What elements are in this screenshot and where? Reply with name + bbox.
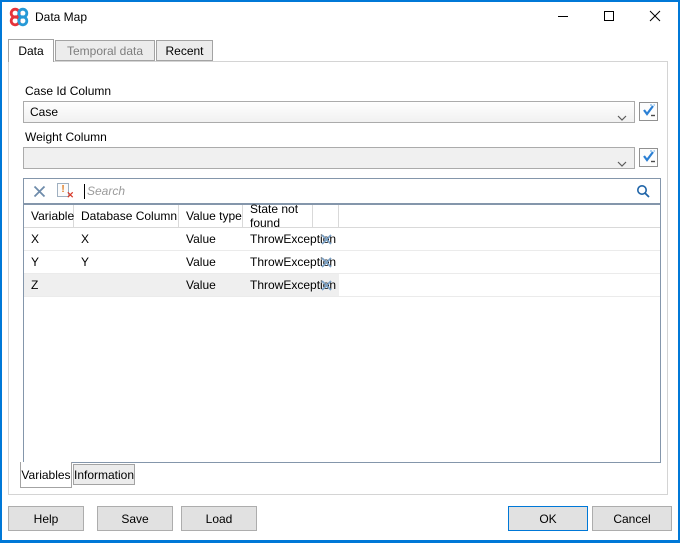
- cell-variable[interactable]: X: [24, 228, 74, 250]
- delete-x-icon: [321, 280, 332, 291]
- checklist-icon: [642, 103, 656, 120]
- column-header-variable[interactable]: Variable: [24, 205, 74, 227]
- title-bar[interactable]: Data Map: [2, 2, 678, 32]
- ok-button-label: OK: [539, 512, 556, 526]
- case-id-column-combobox[interactable]: Case: [23, 101, 635, 123]
- variables-search-bar: ! ✕ Search: [23, 178, 661, 204]
- ok-button[interactable]: OK: [508, 506, 588, 531]
- save-button-label: Save: [121, 512, 148, 526]
- checklist-icon: [642, 149, 656, 166]
- column-header-database-column[interactable]: Database Column: [74, 205, 179, 227]
- table-row[interactable]: Z Value ThrowException: [24, 274, 660, 297]
- cell-variable[interactable]: Y: [24, 251, 74, 273]
- table-header-row: Variable Database Column Value type Stat…: [24, 205, 660, 228]
- tab-variables[interactable]: Variables: [20, 462, 72, 488]
- tab-temporal-data-label: Temporal data: [67, 44, 143, 58]
- cancel-button[interactable]: Cancel: [592, 506, 672, 531]
- tab-information[interactable]: Information: [73, 464, 135, 485]
- load-button-label: Load: [206, 512, 233, 526]
- maximize-button[interactable]: [586, 2, 632, 32]
- column-header-state-not-found[interactable]: State not found: [243, 205, 313, 227]
- remove-invalid-button[interactable]: ! ✕: [57, 183, 72, 199]
- tab-recent[interactable]: Recent: [156, 40, 213, 61]
- delete-row-button[interactable]: [313, 251, 339, 273]
- cell-value-type[interactable]: Value: [179, 228, 243, 250]
- help-button-label: Help: [34, 512, 59, 526]
- data-tab-panel: Case Id Column Case Weight Column: [8, 61, 668, 495]
- cell-variable[interactable]: Z: [24, 274, 74, 296]
- remove-x-icon: ✕: [66, 191, 74, 200]
- case-id-column-label: Case Id Column: [25, 84, 111, 98]
- minimize-button[interactable]: [540, 2, 586, 32]
- cell-value-type[interactable]: Value: [179, 274, 243, 296]
- cell-database-column[interactable]: Y: [74, 251, 179, 273]
- delete-row-button[interactable]: [313, 228, 339, 250]
- cell-state-not-found[interactable]: ThrowException: [243, 274, 313, 296]
- close-button[interactable]: [632, 2, 678, 32]
- search-icon[interactable]: [636, 184, 651, 202]
- clear-mappings-button[interactable]: [33, 185, 46, 198]
- table-row[interactable]: X X Value ThrowException: [24, 228, 660, 251]
- cell-database-column[interactable]: X: [74, 228, 179, 250]
- text-caret: [84, 184, 85, 199]
- app-logo-icon: [9, 7, 29, 27]
- search-input[interactable]: Search: [87, 184, 125, 198]
- weight-validate-button[interactable]: [639, 148, 658, 167]
- delete-x-icon: [321, 257, 332, 268]
- chevron-down-icon: [617, 110, 627, 124]
- weight-column-label: Weight Column: [25, 130, 107, 144]
- close-icon: [649, 10, 661, 25]
- delete-row-button[interactable]: [313, 274, 339, 296]
- data-map-dialog: Data Map Data Temporal data Recent Case …: [0, 0, 680, 543]
- minimize-icon: [557, 10, 569, 25]
- cancel-button-label: Cancel: [613, 512, 650, 526]
- column-header-actions: [313, 205, 339, 227]
- chevron-down-icon: [617, 156, 627, 170]
- weight-column-combobox[interactable]: [23, 147, 635, 169]
- cell-state-not-found[interactable]: ThrowException: [243, 228, 313, 250]
- load-button[interactable]: Load: [181, 506, 257, 531]
- tab-data[interactable]: Data: [8, 39, 54, 62]
- save-button[interactable]: Save: [97, 506, 173, 531]
- help-button[interactable]: Help: [8, 506, 84, 531]
- delete-x-icon: [321, 234, 332, 245]
- window-title: Data Map: [35, 10, 87, 24]
- tab-data-label: Data: [18, 44, 43, 58]
- tab-information-label: Information: [74, 468, 134, 482]
- table-row[interactable]: Y Y Value ThrowException: [24, 251, 660, 274]
- tab-variables-label: Variables: [21, 468, 70, 482]
- delete-x-icon: [33, 185, 46, 198]
- case-id-column-value: Case: [30, 105, 58, 119]
- case-id-validate-button[interactable]: [639, 102, 658, 121]
- column-header-value-type[interactable]: Value type: [179, 205, 243, 227]
- cell-state-not-found[interactable]: ThrowException: [243, 251, 313, 273]
- tab-temporal-data[interactable]: Temporal data: [55, 40, 155, 61]
- cell-database-column[interactable]: [74, 274, 179, 296]
- maximize-icon: [603, 10, 615, 25]
- variables-table: Variable Database Column Value type Stat…: [23, 204, 661, 463]
- tab-recent-label: Recent: [165, 44, 203, 58]
- cell-value-type[interactable]: Value: [179, 251, 243, 273]
